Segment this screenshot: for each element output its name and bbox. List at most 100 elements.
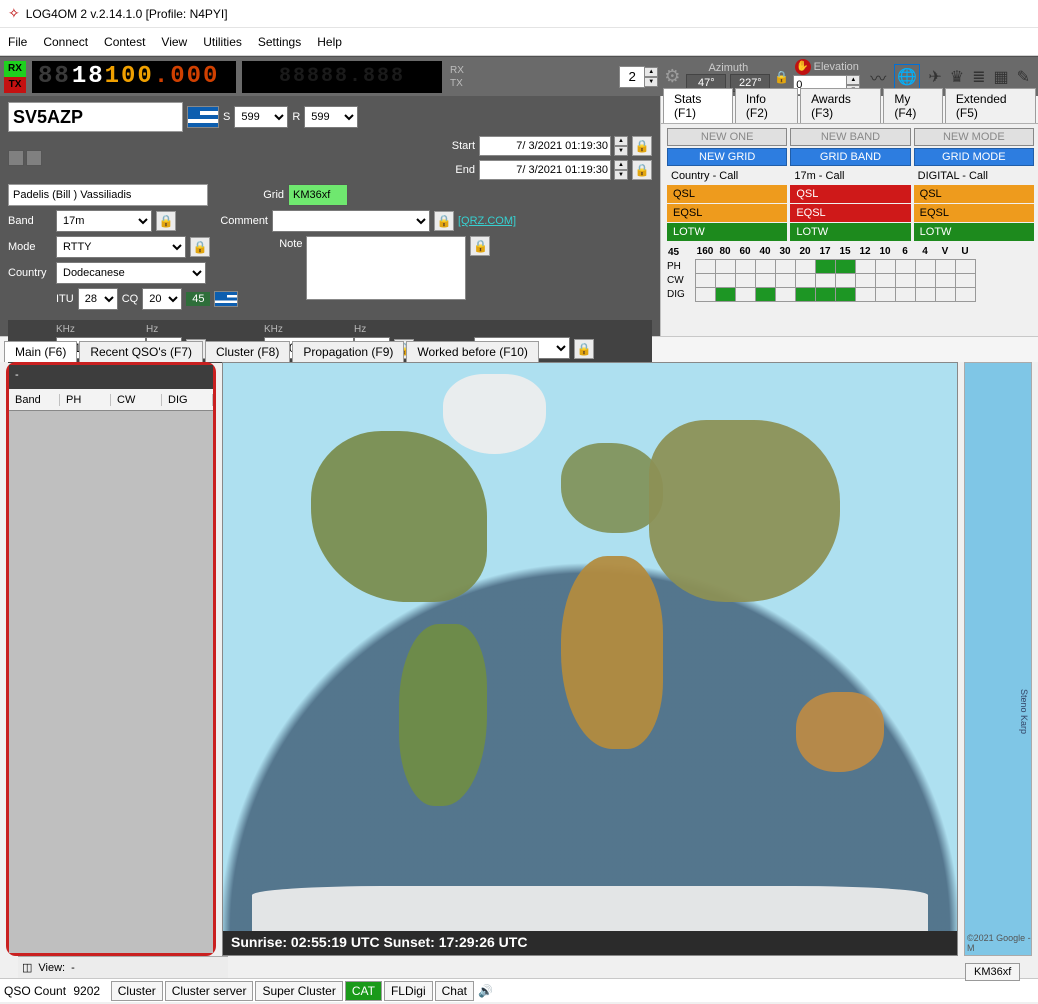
vfo-b-placeholder: 88888.888 bbox=[279, 65, 405, 88]
elevation-label: Elevation bbox=[814, 61, 859, 73]
side-body bbox=[9, 411, 213, 953]
menu-contest[interactable]: Contest bbox=[104, 35, 145, 49]
status-fldigi[interactable]: FLDigi bbox=[384, 981, 433, 1001]
col-dig: DIG bbox=[162, 394, 213, 406]
layout-number[interactable] bbox=[619, 66, 645, 88]
end-spinner[interactable]: ▲▼ bbox=[614, 160, 628, 180]
menu-settings[interactable]: Settings bbox=[258, 35, 301, 49]
note-textarea[interactable] bbox=[306, 236, 466, 300]
stats-panel: Stats (F1) Info (F2) Awards (F3) My (F4)… bbox=[660, 96, 1038, 336]
note-lock[interactable]: 🔒 bbox=[470, 236, 490, 256]
stat-new-one: NEW ONE bbox=[667, 128, 787, 146]
comment-select[interactable] bbox=[272, 210, 430, 232]
status-cluster[interactable]: Cluster bbox=[111, 981, 163, 1001]
cq-select[interactable]: 20 bbox=[142, 288, 182, 310]
globe-icon[interactable]: 🌐 bbox=[894, 64, 920, 90]
end-label: End bbox=[455, 164, 475, 176]
rst-r-select[interactable]: 599 bbox=[304, 106, 358, 128]
stop-icon[interactable]: ✋ bbox=[795, 59, 811, 75]
khz-label-2: KHz bbox=[264, 324, 354, 335]
qsl-qsl-2: QSL bbox=[914, 185, 1034, 203]
tab-recent[interactable]: Recent QSO's (F7) bbox=[79, 341, 203, 362]
menu-help[interactable]: Help bbox=[317, 35, 342, 49]
window-title: LOG4OM 2 v.2.14.1.0 [Profile: N4PYI] bbox=[26, 7, 228, 21]
rst-r-label: R bbox=[292, 111, 300, 123]
rss-icon[interactable]: 〰 bbox=[870, 65, 886, 89]
stat-grid-band: GRID BAND bbox=[790, 148, 910, 166]
rst-s-select[interactable]: 599 bbox=[234, 106, 288, 128]
crown-icon[interactable]: ♛ bbox=[950, 67, 964, 87]
tx-label: TX bbox=[450, 78, 464, 89]
flag-small-icon bbox=[214, 291, 238, 307]
col-cw: CW bbox=[111, 394, 162, 406]
pen-icon[interactable]: ✎ bbox=[1017, 67, 1030, 87]
band-lock[interactable]: 🔒 bbox=[156, 211, 176, 231]
mode-select[interactable]: RTTY bbox=[56, 236, 186, 258]
tab-extended[interactable]: Extended (F5) bbox=[945, 88, 1036, 123]
status-chat[interactable]: Chat bbox=[435, 981, 474, 1001]
color-box-1 bbox=[8, 150, 24, 166]
country-label: Country bbox=[8, 267, 52, 279]
end-datetime[interactable] bbox=[479, 160, 611, 180]
menu-utilities[interactable]: Utilities bbox=[203, 35, 242, 49]
status-cat[interactable]: CAT bbox=[345, 981, 382, 1001]
tab-main[interactable]: Main (F6) bbox=[4, 341, 77, 362]
view-icon[interactable]: ◫ bbox=[22, 961, 32, 974]
menu-connect[interactable]: Connect bbox=[43, 35, 88, 49]
comment-lock[interactable]: 🔒 bbox=[434, 211, 454, 231]
menu-view[interactable]: View bbox=[161, 35, 187, 49]
qso-count-value: 9202 bbox=[73, 984, 100, 998]
zone-pill: 45 bbox=[186, 292, 210, 306]
radio-icon[interactable]: ▦ bbox=[993, 67, 1008, 87]
freq-tail: .000 bbox=[154, 63, 220, 90]
lock-icon[interactable]: 🔒 bbox=[774, 70, 789, 84]
grid-input[interactable] bbox=[288, 184, 348, 206]
tab-cluster[interactable]: Cluster (F8) bbox=[205, 341, 290, 362]
end-lock[interactable]: 🔒 bbox=[632, 160, 652, 180]
map-canvas[interactable] bbox=[223, 363, 957, 931]
qsl-eqsl-2: EQSL bbox=[914, 204, 1034, 222]
side-table-head: Band PH CW DIG bbox=[9, 389, 213, 411]
rxband-lock[interactable]: 🔒 bbox=[574, 339, 594, 359]
start-lock[interactable]: 🔒 bbox=[632, 136, 652, 156]
tab-stats[interactable]: Stats (F1) bbox=[663, 88, 733, 123]
qsl-eqsl-0: EQSL bbox=[667, 204, 787, 222]
qrz-link[interactable]: [QRZ.COM] bbox=[458, 215, 516, 227]
callsign-input[interactable] bbox=[8, 102, 183, 132]
mode-lock[interactable]: 🔒 bbox=[190, 237, 210, 257]
col-country: Country - Call bbox=[667, 168, 787, 184]
itu-select[interactable]: 28 bbox=[78, 288, 118, 310]
view-label: View: bbox=[38, 962, 65, 974]
start-spinner[interactable]: ▲▼ bbox=[614, 136, 628, 156]
side-head-dash: - bbox=[15, 369, 19, 381]
flag-icon bbox=[187, 106, 219, 128]
band-select[interactable]: 17m bbox=[56, 210, 152, 232]
name-input[interactable] bbox=[8, 184, 208, 206]
freq-lead: 18 bbox=[72, 63, 105, 90]
app-icon: ✧ bbox=[8, 5, 20, 22]
stat-grid-mode: GRID MODE bbox=[914, 148, 1034, 166]
list-icon[interactable]: ≣ bbox=[972, 67, 985, 87]
note-label: Note bbox=[242, 238, 302, 250]
start-datetime[interactable] bbox=[479, 136, 611, 156]
layout-number-spinner[interactable]: ▲▼ bbox=[644, 67, 658, 87]
status-cluster-server[interactable]: Cluster server bbox=[165, 981, 254, 1001]
country-select[interactable]: Dodecanese bbox=[56, 262, 206, 284]
gear-icon[interactable]: ⚙ bbox=[664, 66, 680, 87]
tab-awards[interactable]: Awards (F3) bbox=[800, 88, 881, 123]
tab-propagation[interactable]: Propagation (F9) bbox=[292, 341, 404, 362]
tab-info[interactable]: Info (F2) bbox=[735, 88, 798, 123]
tab-worked-before[interactable]: Worked before (F10) bbox=[406, 341, 539, 362]
qso-entry-panel: S 599 R 599 Start ▲▼ 🔒 End bbox=[0, 96, 660, 336]
freq-fill: 88 bbox=[38, 63, 71, 90]
speaker-icon[interactable]: 🔊 bbox=[478, 984, 493, 998]
menu-file[interactable]: File bbox=[8, 35, 27, 49]
tab-my[interactable]: My (F4) bbox=[883, 88, 943, 123]
qso-count-label: QSO Count bbox=[4, 984, 66, 998]
plane-icon[interactable]: ✈ bbox=[928, 67, 941, 87]
mode-label: Mode bbox=[8, 241, 52, 253]
hz-label-1: Hz bbox=[146, 324, 158, 335]
minimap[interactable]: Steno Karp ©2021 Google - M KM36xf bbox=[964, 362, 1032, 956]
world-map[interactable]: Sunrise: 02:55:19 UTC Sunset: 17:29:26 U… bbox=[222, 362, 958, 956]
status-super-cluster[interactable]: Super Cluster bbox=[255, 981, 342, 1001]
